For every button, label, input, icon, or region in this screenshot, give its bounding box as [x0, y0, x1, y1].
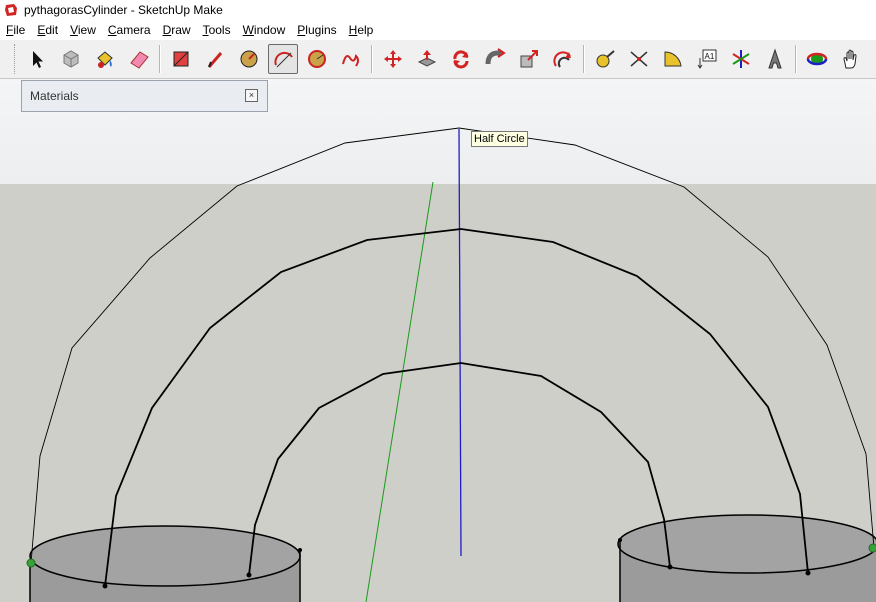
freehand-tool[interactable]	[336, 44, 366, 74]
scale-tool[interactable]	[514, 44, 544, 74]
menu-tools[interactable]: Tools	[197, 23, 237, 37]
model-scene	[26, 127, 876, 602]
endpoint-marker	[26, 558, 36, 568]
line-tool[interactable]	[200, 44, 230, 74]
vertex-dot	[667, 564, 673, 570]
circle-icon	[240, 50, 258, 68]
toolbar-separator	[371, 45, 373, 73]
menu-draw[interactable]: Draw	[157, 23, 197, 37]
dimension-icon	[630, 51, 648, 67]
vertex-dot	[618, 538, 622, 542]
materials-panel-title: Materials	[30, 89, 79, 103]
circle-tool[interactable]	[234, 44, 264, 74]
make-component-tool[interactable]	[56, 44, 86, 74]
push-pull-tool[interactable]	[412, 44, 442, 74]
follow-me-icon	[485, 48, 506, 65]
move-tool[interactable]	[378, 44, 408, 74]
inner-half-circle	[248, 362, 671, 576]
menu-window[interactable]: Window	[237, 23, 292, 37]
materials-panel[interactable]: Materials ×	[21, 80, 268, 112]
orbit-tool[interactable]	[802, 44, 832, 74]
menu-help[interactable]: Help	[343, 23, 380, 37]
polygon-icon	[308, 50, 326, 68]
text-tool[interactable]: A1	[692, 44, 722, 74]
vertex-dot	[298, 548, 302, 552]
rectangle-icon	[173, 51, 189, 67]
eraser-icon	[130, 51, 149, 69]
menu-plugins[interactable]: Plugins	[291, 23, 342, 37]
green-axis	[365, 181, 434, 602]
polygon-tool[interactable]	[302, 44, 332, 74]
inference-tooltip: Half Circle	[471, 131, 528, 147]
title-bar: pythagorasCylinder - SketchUp Make	[0, 0, 876, 20]
tape-measure-tool[interactable]	[590, 44, 620, 74]
tape-measure-icon	[596, 50, 615, 68]
follow-me-tool[interactable]	[480, 44, 510, 74]
protractor-icon	[664, 51, 682, 67]
left-cylinder-top	[29, 525, 301, 587]
endpoint-marker	[868, 543, 876, 553]
offset-tool[interactable]	[548, 44, 578, 74]
close-icon[interactable]: ×	[245, 89, 258, 102]
protractor-tool[interactable]	[658, 44, 688, 74]
menu-camera[interactable]: Camera	[102, 23, 157, 37]
window-title: pythagorasCylinder - SketchUp Make	[24, 3, 223, 17]
3d-text-tool[interactable]	[760, 44, 790, 74]
axes-icon	[732, 50, 750, 68]
orbit-icon	[806, 52, 828, 66]
vertex-dot	[246, 572, 252, 578]
3d-text-icon	[768, 48, 782, 69]
arc-tool[interactable]	[268, 44, 298, 74]
main-toolbar: A1	[0, 40, 876, 79]
sketchup-logo-icon	[5, 4, 17, 16]
toolbar-separator	[159, 45, 161, 73]
menu-bar: File Edit View Camera Draw Tools Window …	[0, 20, 876, 40]
scale-icon	[520, 50, 538, 68]
pan-icon	[843, 49, 857, 69]
modeling-viewport[interactable]	[0, 79, 876, 602]
move-icon	[384, 50, 402, 68]
svg-text:A1: A1	[705, 52, 715, 61]
menu-file[interactable]: File	[0, 23, 31, 37]
line-icon	[207, 52, 223, 68]
right-cylinder-top	[617, 514, 876, 574]
vertex-dot	[102, 583, 108, 589]
blue-axis	[458, 128, 462, 557]
offset-icon	[553, 51, 571, 68]
vertex-dot	[805, 570, 811, 576]
rotate-icon	[453, 50, 469, 69]
axes-tool[interactable]	[726, 44, 756, 74]
menu-view[interactable]: View	[64, 23, 102, 37]
arc-icon	[274, 51, 293, 68]
toolbar-separator	[583, 45, 585, 73]
paint-bucket-tool[interactable]	[90, 44, 120, 74]
text-icon: A1	[697, 49, 717, 69]
pan-tool[interactable]	[836, 44, 866, 74]
dimension-tool[interactable]	[624, 44, 654, 74]
menu-edit[interactable]: Edit	[31, 23, 64, 37]
push-pull-icon	[417, 50, 437, 67]
toolbar-separator	[795, 45, 797, 73]
eraser-tool[interactable]	[124, 44, 154, 74]
rectangle-tool[interactable]	[166, 44, 196, 74]
select-tool[interactable]	[22, 44, 52, 74]
outer-half-circle	[30, 127, 875, 564]
freehand-icon	[342, 54, 359, 67]
toolbar-grip[interactable]	[14, 44, 18, 74]
make-component-icon	[63, 50, 79, 68]
select-icon	[33, 51, 43, 68]
rotate-tool[interactable]	[446, 44, 476, 74]
paint-bucket-icon	[97, 51, 113, 68]
